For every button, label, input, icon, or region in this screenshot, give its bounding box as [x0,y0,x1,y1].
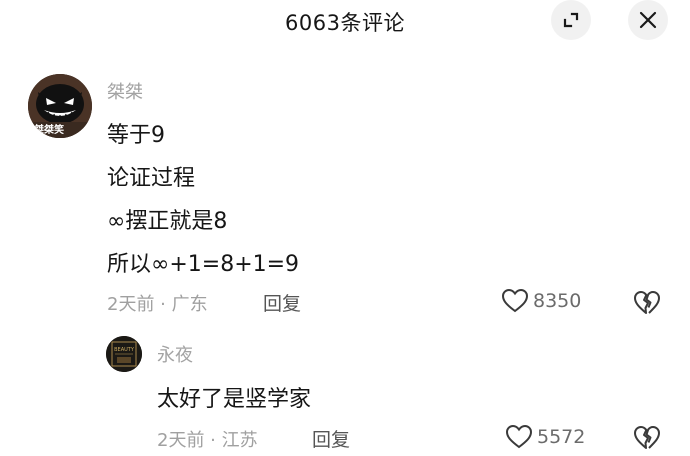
comments-header: 6063条评论 [0,0,690,44]
reply-username[interactable]: 永夜 [157,341,193,367]
comment-time: 2天前 [107,294,155,315]
comment-text-line: ∞摆正就是8 [107,209,228,234]
comment-text-line: 论证过程 [107,166,196,191]
expand-button[interactable] [551,0,591,40]
comment-location: 广东 [171,294,208,315]
heart-icon [505,424,533,449]
avatar-caption: 桀桀笑 [34,125,64,136]
reply-like-count: 5572 [537,426,586,448]
reply-reply-button[interactable]: 回复 [312,425,350,452]
avatar[interactable]: 桀桀笑 [28,74,92,138]
svg-text:BEAUTY: BEAUTY [114,347,135,353]
reply-meta: 2天前 · 江苏 [157,426,258,452]
dislike-button[interactable] [633,289,661,317]
meta-separator: · [204,430,222,451]
reply-button[interactable]: 回复 [263,289,301,316]
reply-location: 江苏 [221,430,258,451]
username[interactable]: 桀桀 [107,78,143,104]
close-icon [639,11,657,29]
broken-heart-icon [634,291,660,314]
meta-separator: · [154,294,172,315]
broken-heart-icon [634,426,660,449]
like-count: 8350 [533,290,582,312]
reply-time: 2天前 [157,430,205,451]
heart-icon [501,288,529,313]
reply-text: 太好了是竖学家 [157,387,312,412]
reply-like-button[interactable]: 5572 [505,424,585,450]
comment-text-line: 等于9 [107,123,165,148]
reply-avatar[interactable]: BEAUTY [106,336,142,372]
reply-dislike-button[interactable] [633,424,661,452]
close-button[interactable] [628,0,668,40]
like-button[interactable]: 8350 [501,288,581,314]
comment-text-line: 所以∞+1=8+1=9 [107,252,300,277]
comment-meta: 2天前 · 广东 [107,290,208,316]
expand-icon [563,12,579,28]
